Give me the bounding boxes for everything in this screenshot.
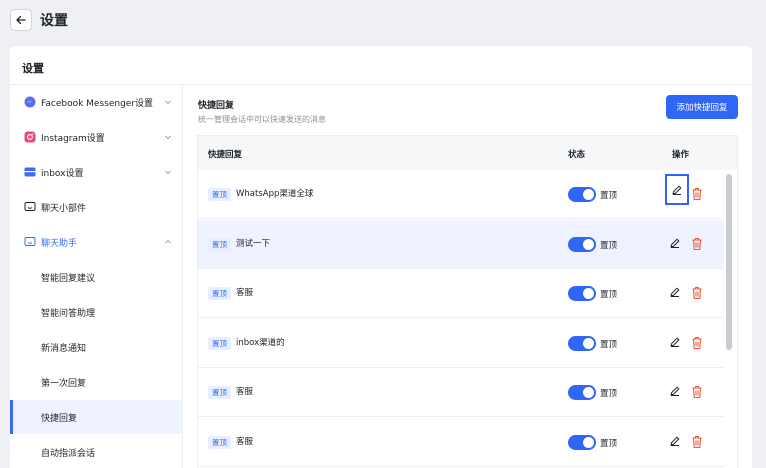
chevron-down-icon	[165, 135, 171, 140]
sidebar-subitem-smart-reply[interactable]: 智能回复建议	[10, 260, 182, 294]
add-quick-reply-button[interactable]: 添加快捷回复	[666, 95, 738, 119]
sidebar-item-chat-assistant[interactable]: 聊天助手	[10, 225, 182, 259]
pin-toggle[interactable]	[568, 286, 596, 302]
quick-reply-name: 客服	[236, 288, 254, 299]
sidebar-item-label: 快捷回复	[41, 413, 78, 424]
top-bar: 设置	[0, 0, 766, 40]
table-row[interactable]: 置顶 测试一下 置顶	[198, 219, 724, 269]
quick-reply-table: 快捷回复 状态 操作 置顶 WhatsApp渠道全球 置顶 置顶 测试一下 置顶 置顶 客服置…	[197, 135, 738, 468]
chevron-up-icon	[165, 239, 171, 244]
scrollbar-thumb[interactable]	[726, 174, 732, 350]
toggle-label: 置顶	[600, 389, 618, 400]
quick-reply-name: 客服	[236, 387, 254, 398]
toggle-label: 置顶	[600, 439, 618, 449]
delete-icon[interactable]	[691, 187, 703, 201]
table-row[interactable]: 置顶 inbox渠道的 置顶	[198, 319, 724, 368]
pin-tag: 置顶	[208, 188, 231, 201]
sidebar-item-label: 智能回复建议	[41, 273, 96, 284]
settings-sidebar: Facebook Messenger设置 Instagram设置 inbox设置…	[10, 85, 182, 468]
toggle-label: 置顶	[600, 240, 618, 251]
chevron-down-icon	[165, 170, 171, 175]
section-description: 统一管理会话中可以快速发送的消息	[198, 115, 326, 124]
pin-tag: 置顶	[208, 386, 231, 400]
pin-tag: 置顶	[208, 287, 231, 301]
pin-toggle[interactable]	[568, 335, 596, 351]
chat-widget-icon	[24, 201, 36, 213]
pin-toggle[interactable]	[568, 236, 596, 252]
sidebar-subitem-smart-qa[interactable]: 智能问答助理	[10, 295, 182, 329]
sidebar-item-instagram[interactable]: Instagram设置	[10, 120, 182, 154]
delete-icon[interactable]	[691, 237, 703, 251]
sidebar-item-label: Instagram设置	[41, 133, 105, 144]
pin-toggle[interactable]	[568, 435, 596, 450]
toggle-label: 置顶	[600, 339, 618, 350]
sidebar-item-label: 智能问答助理	[41, 308, 96, 319]
delete-icon[interactable]	[691, 336, 703, 350]
delete-icon[interactable]	[691, 385, 703, 399]
sidebar-item-label: 自动指派会话	[41, 448, 96, 459]
pin-tag: 置顶	[208, 237, 231, 251]
settings-card: 设置 Facebook Messenger设置 Instagram设置 inbo…	[10, 46, 752, 468]
column-header-actions: 操作	[672, 150, 690, 160]
column-header-quick-reply: 快捷回复	[208, 150, 243, 160]
quick-reply-name: 客服	[236, 437, 254, 447]
table-header: 快捷回复 状态 操作	[198, 136, 737, 170]
card-title: 设置	[22, 62, 44, 75]
table-row[interactable]: 置顶 客服 置顶	[198, 418, 724, 467]
inbox-icon	[24, 166, 36, 178]
sidebar-item-label: Facebook Messenger设置	[41, 98, 154, 109]
quick-reply-name: inbox渠道的	[236, 337, 285, 348]
sidebar-item-label: 聊天助手	[41, 238, 78, 249]
table-scrollbar[interactable]	[726, 172, 732, 468]
chat-assistant-icon	[24, 236, 36, 248]
sidebar-item-inbox[interactable]: inbox设置	[10, 155, 182, 189]
chevron-down-icon	[165, 100, 171, 105]
edit-icon[interactable]	[669, 435, 683, 449]
page-title: 设置	[40, 13, 68, 29]
table-row[interactable]: 置顶 WhatsApp渠道全球 置顶	[198, 170, 724, 219]
edit-icon[interactable]	[665, 174, 689, 205]
section-title: 快捷回复	[198, 101, 235, 111]
pin-tag: 置顶	[208, 336, 231, 350]
instagram-icon	[24, 131, 36, 143]
edit-icon[interactable]	[669, 237, 683, 251]
delete-icon[interactable]	[691, 435, 703, 449]
sidebar-subitem-auto-assign[interactable]: 自动指派会话	[10, 435, 182, 468]
sidebar-item-label: 第一次回复	[41, 378, 87, 389]
sidebar-item-chat-widget[interactable]: 聊天小部件	[10, 190, 182, 224]
quick-reply-name: WhatsApp渠道全球	[236, 189, 314, 199]
edit-icon[interactable]	[669, 385, 683, 399]
delete-icon[interactable]	[691, 286, 703, 300]
sidebar-item-facebook-messenger[interactable]: Facebook Messenger设置	[10, 85, 182, 119]
toggle-label: 置顶	[600, 290, 618, 301]
table-row[interactable]: 置顶 客服 置顶	[198, 269, 724, 319]
sidebar-subitem-new-message-notify[interactable]: 新消息通知	[10, 330, 182, 364]
pin-toggle[interactable]	[568, 385, 596, 401]
sidebar-item-label: inbox设置	[41, 168, 84, 179]
table-row[interactable]: 置顶 客服 置顶	[198, 368, 724, 418]
arrow-left-icon	[16, 15, 26, 25]
pin-tag: 置顶	[208, 436, 231, 449]
edit-icon[interactable]	[669, 336, 683, 350]
edit-icon[interactable]	[669, 286, 683, 300]
sidebar-subitem-quick-reply[interactable]: 快捷回复	[10, 400, 182, 434]
sidebar-item-label: 新消息通知	[41, 343, 87, 354]
column-header-status: 状态	[568, 150, 586, 160]
quick-reply-name: 测试一下	[236, 238, 271, 249]
sidebar-divider	[182, 85, 183, 468]
pin-toggle[interactable]	[568, 187, 596, 202]
sidebar-item-label: 聊天小部件	[41, 203, 87, 214]
sidebar-subitem-first-reply[interactable]: 第一次回复	[10, 365, 182, 399]
messenger-icon	[24, 96, 36, 108]
back-button[interactable]	[10, 9, 32, 31]
toggle-label: 置顶	[600, 191, 618, 201]
